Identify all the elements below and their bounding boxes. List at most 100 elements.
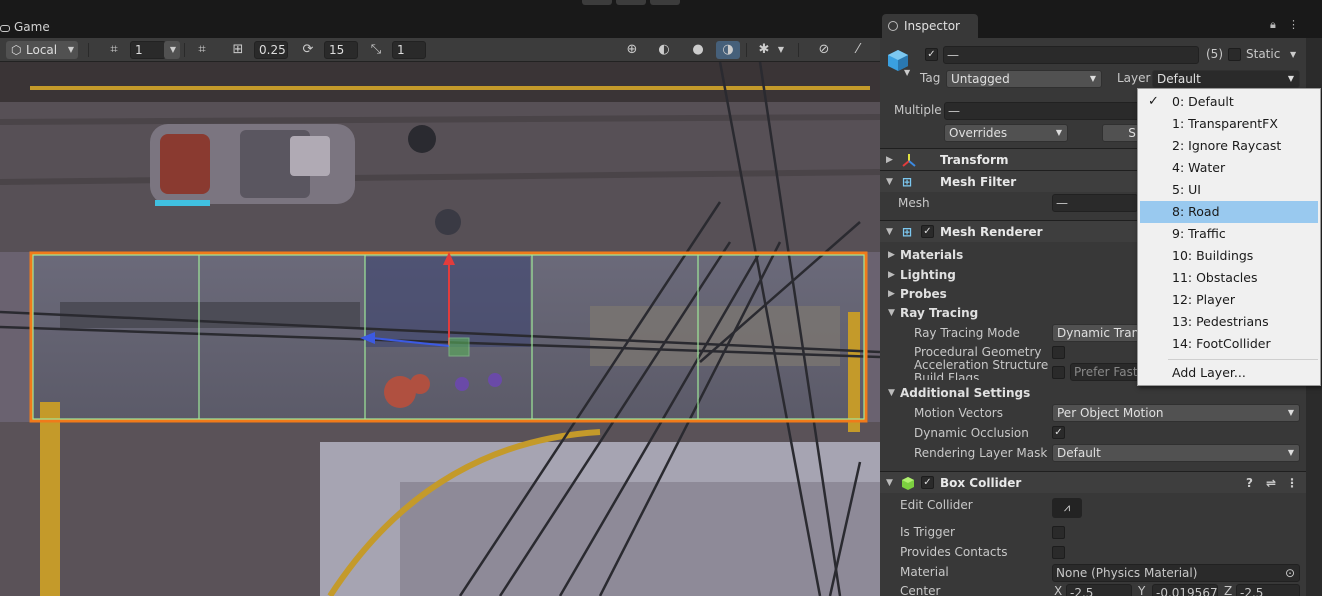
- chevron-down-icon[interactable]: ▼: [1290, 50, 1296, 59]
- probes-label[interactable]: Probes: [900, 287, 947, 301]
- rendering-layer-mask-dropdown[interactable]: Default ▼: [1052, 444, 1300, 462]
- layer-menu-item-ui[interactable]: 5: UI: [1140, 179, 1318, 201]
- box-collider-header[interactable]: ▼ ✓ Box Collider ? ⇌ ⋮: [880, 471, 1306, 493]
- shaded-wireframe-icon[interactable]: ◐: [652, 41, 676, 59]
- snap-toggle-icon[interactable]: ⌗: [190, 41, 214, 59]
- chevron-down-icon: ▼: [777, 45, 784, 54]
- motion-vectors-label: Motion Vectors: [914, 406, 1003, 420]
- tab-game-label: Game: [14, 20, 50, 34]
- center-y-field[interactable]: -0.019567: [1152, 584, 1218, 596]
- ray-tracing-mode-dropdown[interactable]: Dynamic Trans: [1052, 324, 1140, 342]
- layer-menu-item-transparentfx[interactable]: 1: TransparentFX: [1140, 113, 1318, 135]
- box-collider-enabled-checkbox[interactable]: ✓: [921, 476, 934, 489]
- edit-collider-button[interactable]: ⩘: [1052, 498, 1082, 518]
- help-icon[interactable]: ?: [1246, 472, 1253, 494]
- transform-icon: [902, 154, 916, 167]
- center-z-field[interactable]: -2.5: [1236, 584, 1300, 596]
- pivot-mode-dropdown[interactable]: ⬡ Local ▼: [6, 41, 78, 59]
- material-label: Material: [900, 565, 949, 579]
- layer-menu-item-default[interactable]: ✓ 0: Default: [1140, 91, 1318, 113]
- layer-menu-item-pedestrians[interactable]: 13: Pedestrians: [1140, 311, 1318, 333]
- collapse-icon[interactable]: ▼: [888, 388, 895, 398]
- inspector-tab-bar: Inspector 🔒︎ ⋮: [880, 14, 1322, 38]
- center-y-label: Y: [1138, 584, 1146, 596]
- object-name-field[interactable]: —: [943, 46, 1199, 64]
- tag-dropdown[interactable]: Untagged ▼: [946, 70, 1102, 88]
- layer-menu-item-obstacles[interactable]: 11: Obstacles: [1140, 267, 1318, 289]
- layer-menu-item-traffic[interactable]: 9: Traffic: [1140, 223, 1318, 245]
- grid-value-field[interactable]: 1: [130, 41, 166, 59]
- preset-icon[interactable]: ⇌: [1266, 472, 1276, 494]
- play-button[interactable]: [582, 0, 612, 5]
- procedural-geometry-checkbox[interactable]: [1052, 346, 1065, 359]
- lock-icon[interactable]: 🔒︎: [1270, 18, 1276, 32]
- materials-label[interactable]: Materials: [900, 248, 963, 262]
- pause-button[interactable]: [616, 0, 646, 5]
- layer-menu-item-road[interactable]: 8: Road: [1140, 201, 1318, 223]
- scale-snap-icon[interactable]: ⤡: [364, 41, 388, 59]
- cube-icon: ⬡: [11, 43, 22, 57]
- layer-menu-item-footcollider[interactable]: 14: FootCollider: [1140, 333, 1318, 355]
- kebab-menu-icon[interactable]: ⋮: [1288, 18, 1299, 31]
- mesh-filter-title: Mesh Filter: [940, 175, 1017, 189]
- rotation-snap-field[interactable]: 15: [324, 41, 358, 59]
- expand-icon: ▶: [886, 155, 893, 165]
- increment-snap-icon[interactable]: ⊞: [226, 41, 250, 59]
- snap-increment-field[interactable]: 0.25: [254, 41, 288, 59]
- layer-menu-item-label: 0: Default: [1172, 94, 1234, 109]
- grid-snap-icon[interactable]: ⌗: [102, 41, 126, 59]
- lit-shaded-icon[interactable]: ◑: [716, 41, 740, 59]
- grid-dropdown[interactable]: ▼: [164, 41, 180, 59]
- center-x-field[interactable]: -2.5: [1066, 584, 1132, 596]
- gizmo-toggle-icon[interactable]: ⁄: [846, 41, 870, 59]
- wireframe-icon[interactable]: ⊕: [620, 41, 644, 59]
- mesh-renderer-title: Mesh Renderer: [940, 225, 1043, 239]
- dynamic-occlusion-checkbox[interactable]: ✓: [1052, 426, 1065, 439]
- additional-settings-label[interactable]: Additional Settings: [900, 386, 1030, 400]
- step-button[interactable]: [650, 0, 680, 5]
- active-checkbox[interactable]: ✓: [925, 48, 938, 61]
- debug-dropdown[interactable]: ▼: [772, 41, 788, 59]
- shaded-icon[interactable]: ●: [686, 41, 710, 59]
- expand-icon[interactable]: ▶: [888, 250, 895, 260]
- toolbar-separator: [746, 43, 747, 57]
- center-x-label: X: [1054, 584, 1063, 596]
- layer-dropdown[interactable]: Default ▼: [1152, 70, 1300, 88]
- static-checkbox[interactable]: [1228, 48, 1241, 61]
- ray-tracing-label[interactable]: Ray Tracing: [900, 306, 978, 320]
- object-picker-icon[interactable]: ⊙: [1285, 565, 1295, 581]
- build-flags-checkbox[interactable]: [1052, 366, 1065, 379]
- layer-dropdown-menu: ✓ 0: Default 1: TransparentFX 2: Ignore …: [1137, 88, 1321, 386]
- is-trigger-checkbox[interactable]: [1052, 526, 1065, 539]
- prefer-fast-field[interactable]: Prefer Fast: [1070, 363, 1140, 381]
- add-layer-menu-item[interactable]: Add Layer...: [1140, 362, 1318, 384]
- expand-icon[interactable]: ▶: [888, 270, 895, 280]
- scale-snap-field[interactable]: 1: [392, 41, 426, 59]
- procedural-geometry-label: Procedural Geometry: [914, 345, 1042, 359]
- chevron-down-icon: ▼: [169, 45, 176, 54]
- accel-structure-label: Acceleration Structure: [914, 358, 1049, 372]
- overrides-dropdown[interactable]: Overrides ▼: [944, 124, 1068, 142]
- material-field[interactable]: None (Physics Material) ⊙: [1052, 564, 1300, 582]
- mesh-grid-icon: ⊞: [902, 175, 913, 189]
- rotation-snap-icon[interactable]: ⟳: [296, 41, 320, 59]
- layer-menu-item-ignore-raycast[interactable]: 2: Ignore Raycast: [1140, 135, 1318, 157]
- layer-menu-item-player[interactable]: 12: Player: [1140, 289, 1318, 311]
- visibility-off-icon[interactable]: ⊘: [812, 41, 836, 59]
- multiple-field[interactable]: —: [944, 102, 1140, 120]
- dynamic-occlusion-label: Dynamic Occlusion: [914, 426, 1029, 440]
- build-flags-label: Build Flags: [914, 371, 980, 380]
- game-viewport[interactable]: [0, 62, 880, 596]
- layer-menu-item-water[interactable]: 4: Water: [1140, 157, 1318, 179]
- provides-contacts-checkbox[interactable]: [1052, 546, 1065, 559]
- mesh-field[interactable]: —: [1052, 194, 1138, 212]
- expand-icon[interactable]: ▶: [888, 289, 895, 299]
- lighting-label[interactable]: Lighting: [900, 268, 956, 282]
- tab-game[interactable]: Game: [0, 16, 56, 38]
- motion-vectors-dropdown[interactable]: Per Object Motion ▼: [1052, 404, 1300, 422]
- mesh-renderer-enabled-checkbox[interactable]: ✓: [921, 225, 934, 238]
- layer-menu-item-buildings[interactable]: 10: Buildings: [1140, 245, 1318, 267]
- tab-inspector[interactable]: Inspector: [882, 14, 978, 38]
- kebab-menu-icon[interactable]: ⋮: [1286, 472, 1298, 494]
- collapse-icon[interactable]: ▼: [888, 308, 895, 318]
